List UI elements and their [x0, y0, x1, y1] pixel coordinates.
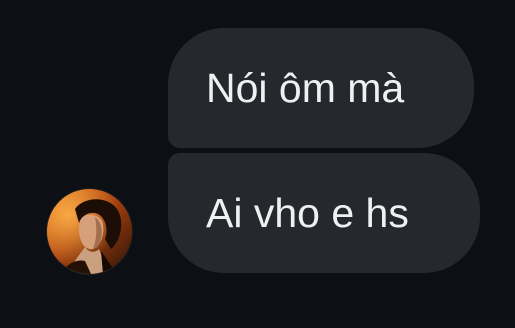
message-thread: Nói ôm mà Ai vho e hs — [0, 0, 515, 328]
message-bubble[interactable]: Nói ôm mà — [168, 28, 474, 148]
message-text: Ai vho e hs — [206, 189, 409, 236]
profile-photo-icon — [47, 189, 132, 274]
message-bubble[interactable]: Ai vho e hs — [168, 153, 480, 273]
sender-avatar[interactable] — [47, 189, 132, 274]
message-text: Nói ôm mà — [206, 64, 405, 111]
